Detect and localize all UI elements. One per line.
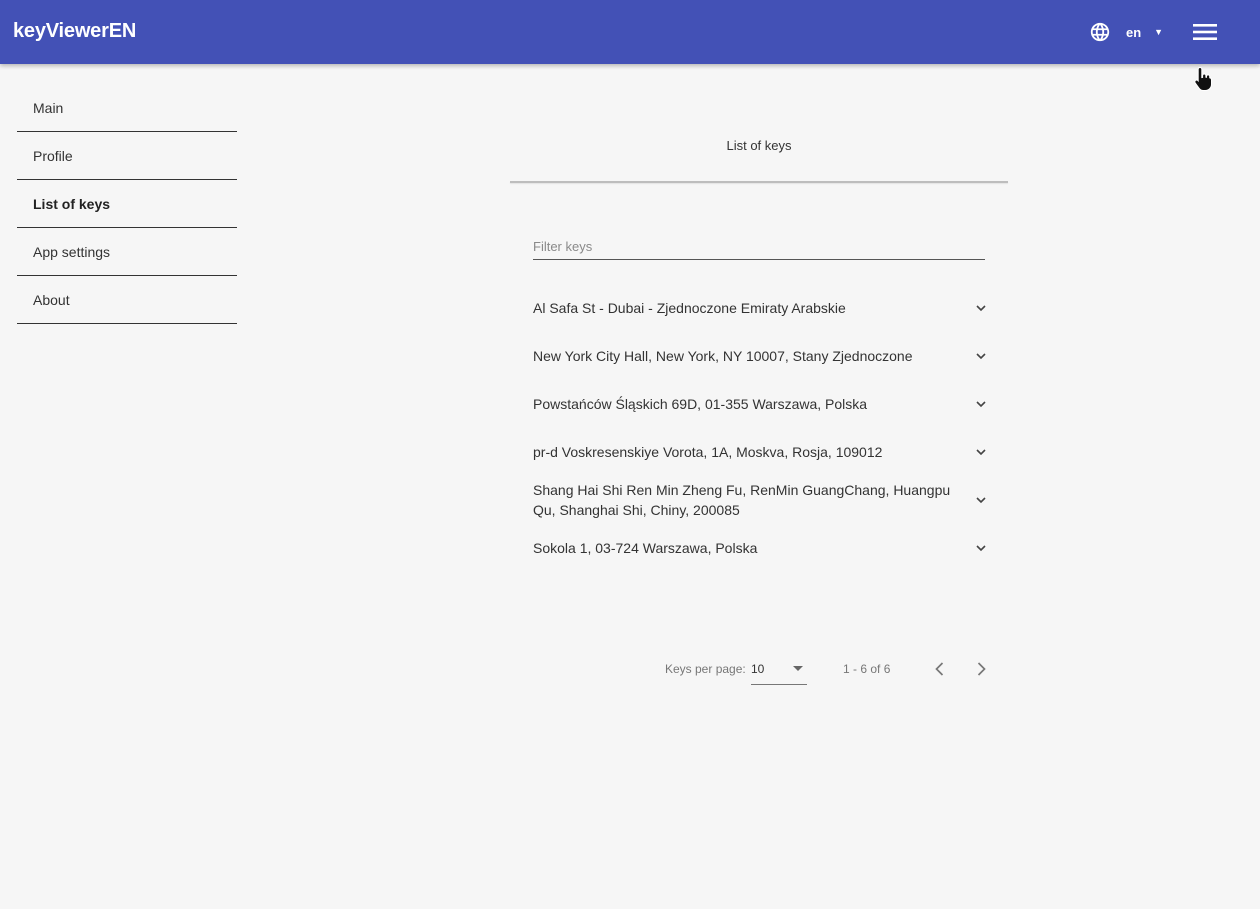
sidebar-item-label: App settings	[33, 243, 111, 260]
page-size-value: 10	[751, 662, 765, 676]
key-address: Al Safa St - Dubai - Zjednoczone Emiraty…	[533, 300, 846, 316]
chevron-left-icon[interactable]	[930, 659, 950, 679]
key-address: Shang Hai Shi Ren Min Zheng Fu, RenMin G…	[533, 482, 951, 518]
chevron-down-icon[interactable]	[975, 350, 987, 362]
chevron-down-icon[interactable]	[975, 542, 987, 554]
page-size-select[interactable]: 10	[751, 654, 807, 685]
key-address: pr-d Voskresenskiye Vorota, 1A, Moskva, …	[533, 444, 883, 460]
key-list-item[interactable]: pr-d Voskresenskiye Vorota, 1A, Moskva, …	[533, 428, 993, 476]
chevron-down-icon[interactable]	[975, 494, 987, 506]
page-title: List of keys	[726, 138, 792, 153]
key-address: Sokola 1, 03-724 Warszawa, Polska	[533, 540, 758, 556]
key-list-item[interactable]: Al Safa St - Dubai - Zjednoczone Emiraty…	[533, 284, 993, 332]
sidebar-item-label: Profile	[33, 147, 73, 164]
dropdown-arrow-icon	[793, 666, 803, 671]
key-list-item[interactable]: Shang Hai Shi Ren Min Zheng Fu, RenMin G…	[533, 476, 993, 524]
key-list-item[interactable]: Sokola 1, 03-724 Warszawa, Polska	[533, 524, 993, 572]
sidebar-item-label: Main	[33, 99, 64, 116]
hand-cursor-icon	[1194, 66, 1212, 91]
sidebar-item-list-of-keys[interactable]: List of keys	[17, 180, 237, 228]
filter-keys-input[interactable]	[533, 236, 985, 256]
page-size-label: Keys per page:	[665, 662, 746, 676]
hamburger-menu-icon[interactable]	[1193, 22, 1217, 42]
globe-icon[interactable]	[1089, 21, 1111, 43]
sidebar-item-about[interactable]: About	[17, 276, 237, 324]
title-divider	[510, 181, 1008, 183]
chevron-right-icon[interactable]	[971, 659, 991, 679]
sidebar-nav: Main Profile List of keys App settings A…	[17, 84, 237, 324]
sidebar-item-label: About	[33, 291, 70, 308]
language-value: en	[1126, 24, 1142, 40]
filter-field[interactable]	[533, 236, 985, 260]
key-address: Powstańców Śląskich 69D, 01-355 Warszawa…	[533, 396, 868, 412]
key-address: New York City Hall, New York, NY 10007, …	[533, 348, 913, 364]
chevron-down-icon[interactable]	[975, 446, 987, 458]
app-title: keyViewerEN	[13, 20, 137, 42]
page-range-label: 1 - 6 of 6	[843, 662, 891, 676]
key-list-item[interactable]: New York City Hall, New York, NY 10007, …	[533, 332, 993, 380]
sidebar-item-profile[interactable]: Profile	[17, 132, 237, 180]
top-toolbar: keyViewerEN en ▼	[0, 0, 1260, 64]
language-select[interactable]: en ▼	[1126, 24, 1163, 40]
chevron-down-icon[interactable]	[975, 302, 987, 314]
sidebar-item-main[interactable]: Main	[17, 84, 237, 132]
sidebar-item-label: List of keys	[33, 195, 111, 212]
sidebar-item-app-settings[interactable]: App settings	[17, 228, 237, 276]
key-list: Al Safa St - Dubai - Zjednoczone Emiraty…	[533, 284, 993, 572]
key-list-item[interactable]: Powstańców Śląskich 69D, 01-355 Warszawa…	[533, 380, 993, 428]
caret-down-icon: ▼	[1154, 27, 1164, 37]
chevron-down-icon[interactable]	[975, 398, 987, 410]
